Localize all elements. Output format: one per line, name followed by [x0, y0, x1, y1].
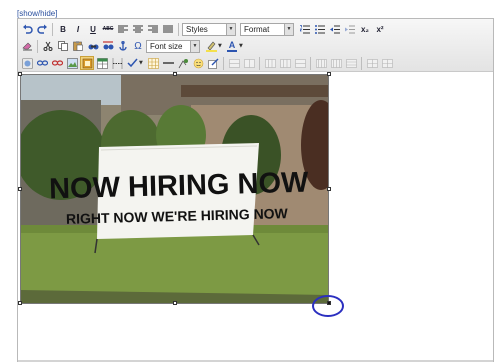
- bold-button[interactable]: B: [56, 22, 70, 36]
- outdent-icon[interactable]: [328, 22, 342, 36]
- chevron-down-icon: ▼: [284, 23, 293, 35]
- chevron-down-icon: ▼: [226, 23, 235, 35]
- chevron-down-icon: ▼: [139, 60, 143, 66]
- table-row-before-icon[interactable]: [227, 56, 241, 70]
- spellcheck-button[interactable]: ▼: [125, 56, 144, 70]
- table-col-after-icon[interactable]: [278, 56, 292, 70]
- toolbar-row-1: B I U ABC Styles ▼ Format ▼ x₂ x²: [20, 21, 388, 37]
- table-row-props-icon[interactable]: [365, 56, 379, 70]
- toolbar-separator: [178, 22, 179, 36]
- table-cell-props-icon[interactable]: [380, 56, 394, 70]
- table-row-after-icon[interactable]: [242, 56, 256, 70]
- font-size-dropdown-label: Font size: [150, 41, 183, 51]
- align-left-icon[interactable]: [116, 22, 130, 36]
- table-split-cells-icon[interactable]: [314, 56, 328, 70]
- selected-image[interactable]: NOW HIRING NOW RIGHT NOW WE'RE HIRING NO…: [20, 74, 329, 304]
- insert-symbol-icon[interactable]: [176, 56, 190, 70]
- text-color-button[interactable]: A ▼: [225, 39, 244, 53]
- highlight-circle: [312, 295, 344, 317]
- resize-handle-top[interactable]: [173, 72, 177, 76]
- resize-handle-bottom-left[interactable]: [18, 301, 22, 305]
- format-dropdown-label: Format: [244, 24, 270, 34]
- text-color-icon: A: [225, 39, 239, 53]
- resize-handle-bottom[interactable]: [173, 301, 177, 305]
- chevron-down-icon: ▼: [239, 43, 243, 49]
- resize-handle-left[interactable]: [18, 187, 22, 191]
- chevron-down-icon: ▼: [218, 43, 222, 49]
- subscript-button[interactable]: x₂: [358, 22, 372, 36]
- special-character-button[interactable]: Ω: [131, 39, 145, 53]
- replace-icon[interactable]: [101, 39, 115, 53]
- format-dropdown[interactable]: Format ▼: [240, 22, 294, 36]
- table-merge-cells-icon[interactable]: [329, 56, 343, 70]
- cut-icon[interactable]: [41, 39, 55, 53]
- table-grid-icon[interactable]: [146, 56, 160, 70]
- insert-image-icon[interactable]: [65, 56, 79, 70]
- editor-content-area[interactable]: NOW HIRING NOW RIGHT NOW WE'RE HIRING NO…: [18, 72, 493, 361]
- spellcheck-icon: [125, 56, 139, 70]
- styles-dropdown[interactable]: Styles ▼: [182, 22, 236, 36]
- align-right-icon[interactable]: [146, 22, 160, 36]
- source-code-icon[interactable]: [20, 56, 34, 70]
- table-delete-col-icon[interactable]: [293, 56, 307, 70]
- table-props-icon[interactable]: [344, 56, 358, 70]
- align-justify-icon[interactable]: [161, 22, 175, 36]
- highlight-color-button[interactable]: ▼: [204, 39, 223, 53]
- toolbar-separator: [223, 56, 224, 70]
- anchor-link-icon[interactable]: [35, 56, 49, 70]
- toolbar-separator: [310, 56, 311, 70]
- insert-media-icon[interactable]: [80, 56, 94, 70]
- eraser-icon[interactable]: [20, 39, 34, 53]
- toolbar-row-2: Ω Font size ▼ ▼ A ▼: [20, 38, 246, 54]
- align-center-icon[interactable]: [131, 22, 145, 36]
- emoticon-icon[interactable]: [191, 56, 205, 70]
- styles-dropdown-label: Styles: [186, 24, 208, 34]
- toolbar-separator: [37, 39, 38, 53]
- table-col-before-icon[interactable]: [263, 56, 277, 70]
- redo-icon[interactable]: [35, 22, 49, 36]
- underline-button[interactable]: U: [86, 22, 100, 36]
- toolbar-separator: [52, 22, 53, 36]
- copy-icon[interactable]: [56, 39, 70, 53]
- resize-handle-top-right[interactable]: [327, 72, 331, 76]
- toolbar-row-3: ▼: [20, 55, 395, 71]
- toolbar-separator: [361, 56, 362, 70]
- resize-handle-right[interactable]: [327, 187, 331, 191]
- text-color-letter: A: [228, 39, 236, 50]
- paste-icon[interactable]: [71, 39, 85, 53]
- hiring-banner-photo: NOW HIRING NOW RIGHT NOW WE'RE HIRING NO…: [21, 75, 328, 303]
- highlighter-icon: [204, 39, 218, 53]
- bullet-list-icon[interactable]: [313, 22, 327, 36]
- banner-line-1: NOW HIRING NOW: [49, 167, 310, 206]
- table-icon[interactable]: [95, 56, 109, 70]
- find-icon[interactable]: [86, 39, 100, 53]
- toolbar-separator: [259, 56, 260, 70]
- indent-icon[interactable]: [343, 22, 357, 36]
- link-icon[interactable]: [116, 39, 130, 53]
- italic-button[interactable]: I: [71, 22, 85, 36]
- rich-text-editor: B I U ABC Styles ▼ Format ▼ x₂ x² Ω Font…: [17, 18, 494, 362]
- chevron-down-icon: ▼: [190, 40, 199, 52]
- editor-toolbar: B I U ABC Styles ▼ Format ▼ x₂ x² Ω Font…: [18, 19, 493, 72]
- superscript-button[interactable]: x²: [373, 22, 387, 36]
- editor-status-bar: [18, 360, 493, 362]
- unlink-icon[interactable]: [50, 56, 64, 70]
- edit-image-icon[interactable]: [206, 56, 220, 70]
- show-hide-link[interactable]: [show/hide]: [17, 9, 57, 18]
- horizontal-rule-icon[interactable]: [161, 56, 175, 70]
- strikethrough-button[interactable]: ABC: [101, 22, 115, 36]
- page-break-icon[interactable]: [110, 56, 124, 70]
- numbered-list-icon[interactable]: [298, 22, 312, 36]
- font-size-dropdown[interactable]: Font size ▼: [146, 39, 200, 53]
- undo-icon[interactable]: [20, 22, 34, 36]
- resize-handle-top-left[interactable]: [18, 72, 22, 76]
